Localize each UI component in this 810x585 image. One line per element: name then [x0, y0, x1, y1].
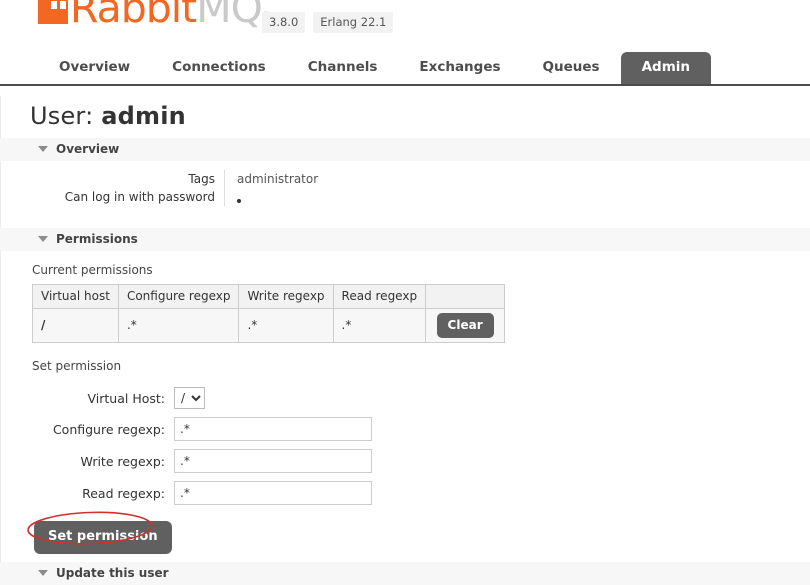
section-header-overview[interactable]: Overview [0, 138, 810, 161]
table-row: Can log in with password [30, 188, 319, 206]
form-row-write-regexp: Write regexp: [30, 445, 372, 477]
overview-row-label-tags: Tags [188, 172, 215, 186]
form-row-virtual-host: Virtual Host: / [30, 383, 372, 413]
form-row-configure-regexp: Configure regexp: [30, 413, 372, 445]
logo-text-mq: MQ [196, 0, 263, 32]
user-overview-table: Tags administrator Can log in with passw… [30, 170, 319, 206]
form-row-submit: Set permission [30, 509, 372, 558]
nav-tab-admin[interactable]: Admin [620, 52, 711, 84]
set-permission-form: Virtual Host: / Configure regexp: Write … [30, 383, 372, 558]
nav-tab-overview[interactable]: Overview [38, 52, 151, 84]
chevron-down-icon [38, 236, 48, 242]
rabbitmq-logo-icon [38, 0, 68, 24]
label-configure-regexp: Configure regexp: [52, 421, 165, 437]
cell-write-regexp: .* [238, 308, 334, 343]
write-regexp-input[interactable] [174, 449, 372, 473]
rabbitmq-logo[interactable]: RabbitMQ™ [38, 0, 272, 30]
table-row: / .* .* .* Clear [32, 308, 506, 343]
section-header-overview-label: Overview [56, 142, 120, 156]
bullet-icon [237, 198, 241, 203]
nav-tab-channels[interactable]: Channels [287, 52, 399, 84]
submit-cell: Set permission [30, 509, 372, 558]
table-row: Tags administrator [30, 170, 319, 188]
set-permission-button[interactable]: Set permission [34, 521, 172, 554]
current-permissions-table: Virtual host Configure regexp Write rege… [32, 284, 506, 343]
configure-regexp-input[interactable] [174, 417, 372, 441]
nav-tab-connections[interactable]: Connections [151, 52, 287, 84]
nav-tab-queues[interactable]: Queues [522, 52, 621, 84]
chevron-down-icon [38, 570, 48, 576]
nav-tab-exchanges[interactable]: Exchanges [398, 52, 521, 84]
overview-row-value-password [224, 188, 319, 206]
read-regexp-input[interactable] [174, 481, 372, 505]
set-permission-label: Set permission [32, 359, 122, 373]
logo-text-rabbit: Rabbit [70, 0, 197, 32]
erlang-version-badge: Erlang 22.1 [313, 12, 394, 33]
column-header-configure-regexp: Configure regexp [117, 284, 240, 309]
column-header-read-regexp: Read regexp [332, 284, 427, 309]
label-write-regexp: Write regexp: [80, 453, 165, 469]
current-permissions-label: Current permissions [32, 263, 153, 277]
page-title-prefix: User: [30, 102, 94, 130]
section-header-permissions[interactable]: Permissions [0, 228, 810, 251]
label-read-regexp: Read regexp: [82, 485, 165, 501]
cell-virtual-host: / [32, 308, 119, 343]
label-virtual-host: Virtual Host: [87, 390, 166, 406]
column-header-virtual-host: Virtual host [32, 284, 119, 309]
form-row-read-regexp: Read regexp: [30, 477, 372, 509]
section-header-update-user[interactable]: Update this user [0, 562, 810, 585]
rabbitmq-version-badge: 3.8.0 [262, 12, 306, 33]
version-badge-group: 3.8.0 Erlang 22.1 [262, 12, 394, 33]
column-header-actions [425, 284, 506, 309]
cell-configure-regexp: .* [117, 308, 240, 343]
app-header: RabbitMQ™ 3.8.0 Erlang 22.1 [0, 0, 810, 46]
main-content: Overview Tags administrator Can log in w… [0, 138, 810, 558]
cell-actions: Clear [425, 308, 506, 343]
clear-permission-button[interactable]: Clear [436, 313, 494, 338]
overview-row-value-tags: administrator [224, 170, 319, 188]
column-header-write-regexp: Write regexp [238, 284, 334, 309]
page-title-username: admin [101, 102, 186, 130]
table-header-row: Virtual host Configure regexp Write rege… [32, 284, 506, 309]
page-title: User: admin [0, 86, 810, 138]
cell-read-regexp: .* [332, 308, 427, 343]
virtual-host-select[interactable]: / [174, 387, 205, 409]
chevron-down-icon [38, 146, 48, 152]
section-header-update-user-label: Update this user [56, 566, 169, 580]
overview-row-label-password: Can log in with password [64, 190, 215, 204]
section-header-permissions-label: Permissions [56, 232, 138, 246]
main-navigation: Overview Connections Channels Exchanges … [0, 46, 810, 86]
